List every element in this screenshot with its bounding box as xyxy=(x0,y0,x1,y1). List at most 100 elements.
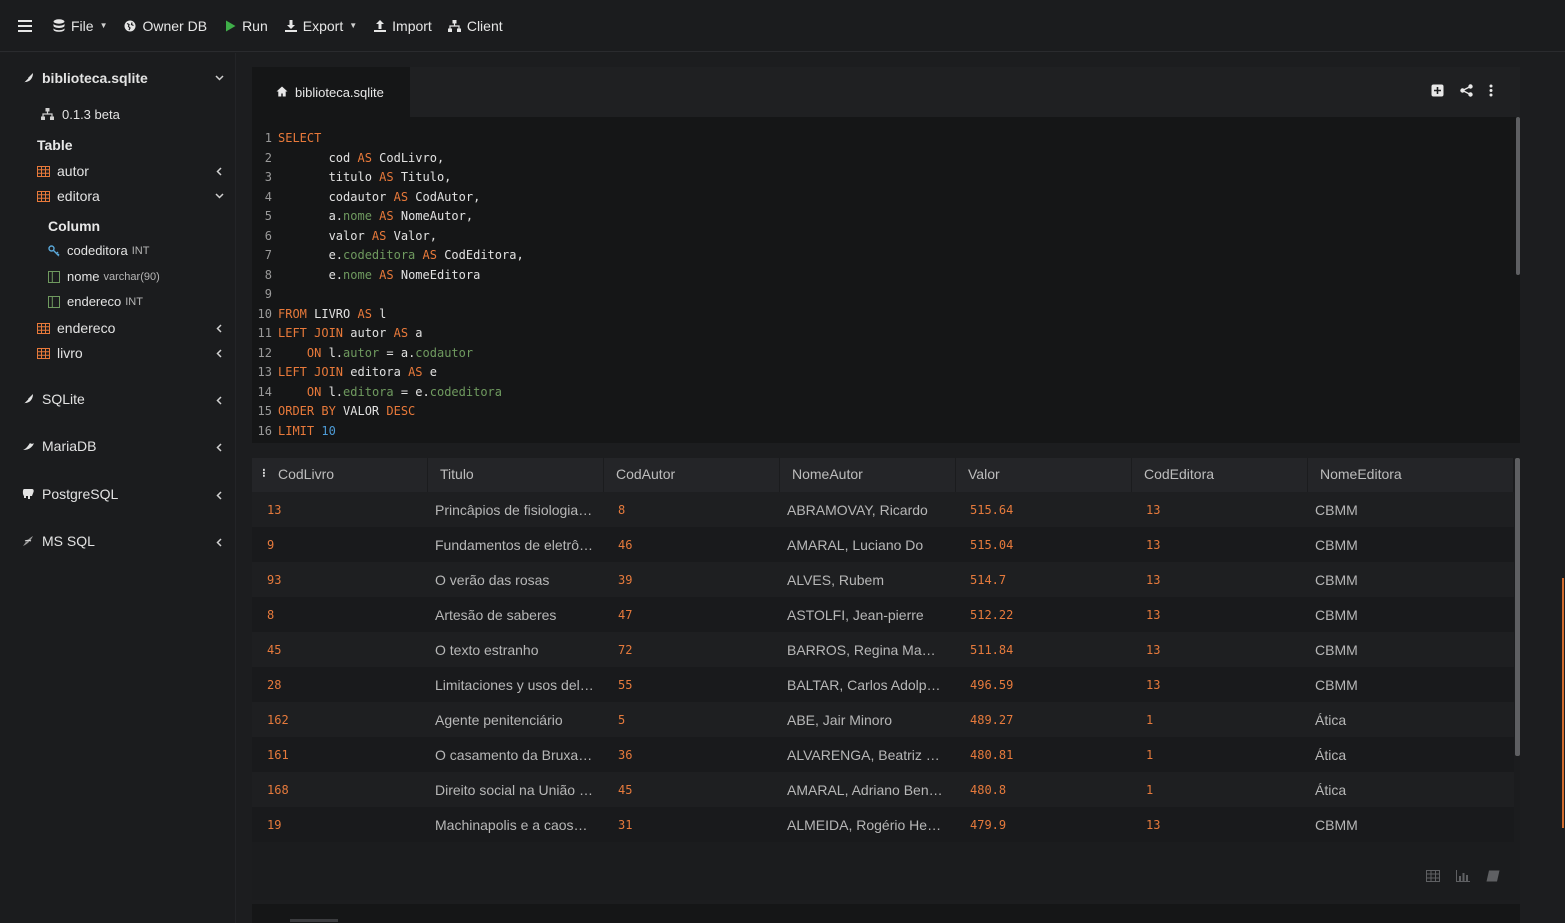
cell-valor: 515.64 xyxy=(970,502,1014,517)
column-header-titulo[interactable]: Titulo xyxy=(428,458,604,492)
table-row[interactable]: 28 Limitaciones y usos del d... 55 BALTAR, … xyxy=(252,667,1514,702)
client-label: Client xyxy=(466,17,503,34)
table-row[interactable]: 13 Princâpios de fisiologia a... 8 ABRAMOVA… xyxy=(252,492,1514,527)
sql-keyword: LIMIT xyxy=(278,423,315,438)
top-toolbar: File ▼ Owner DB Run Export ▼ Import Clie… xyxy=(0,0,1565,52)
line-number: 14 xyxy=(257,384,272,399)
client-button[interactable]: Client xyxy=(448,18,503,34)
cell-titulo: Machinapolis e a caosmo... xyxy=(435,816,595,833)
editor-scrollbar[interactable] xyxy=(1516,117,1520,275)
grid-body: 13 Princâpios de fisiologia a... 8 ABRAMOVA… xyxy=(252,492,1514,842)
table-view-icon[interactable] xyxy=(1426,870,1440,882)
sidebar-column-endereco[interactable]: endereco INT xyxy=(48,294,143,309)
book-view-icon[interactable] xyxy=(1486,870,1500,882)
table-row[interactable]: 93 O verão das rosas 39 ALVES, Rubem 514.7 13… xyxy=(252,562,1514,597)
sidebar-table-autor[interactable]: autor xyxy=(37,163,89,179)
chart-view-icon[interactable] xyxy=(1456,870,1470,882)
column-header-codautor[interactable]: CodAutor xyxy=(604,458,780,492)
import-button[interactable]: Import xyxy=(373,18,432,34)
grid-scrollbar[interactable] xyxy=(1515,458,1520,756)
cell-valor: 479.9 xyxy=(970,817,1007,832)
sidebar-db-biblioteca[interactable]: biblioteca.sqlite xyxy=(22,70,148,86)
sidebar-table-editora[interactable]: editora xyxy=(37,188,100,204)
sidebar-table-endereco[interactable]: endereco xyxy=(37,320,115,336)
cell-valor: 480.8 xyxy=(970,782,1007,797)
cell-codeditora: 1 xyxy=(1146,747,1154,762)
sql-keyword: AS xyxy=(357,306,372,321)
table-row[interactable]: 45 O texto estranho 72 BARROS, Regina Mambe… xyxy=(252,632,1514,667)
new-tab-icon[interactable] xyxy=(1431,84,1444,97)
upload-icon xyxy=(373,19,387,33)
cell-nomeeditora: Ática xyxy=(1315,781,1347,798)
chevron-left-icon[interactable] xyxy=(214,537,224,547)
column-header-valor[interactable]: Valor xyxy=(956,458,1132,492)
sidebar-db-mssql[interactable]: MS SQL xyxy=(22,533,95,549)
cell-codlivro: 13 xyxy=(267,502,282,517)
table-row[interactable]: 168 Direito social na União E... 45 AMARAL,… xyxy=(252,772,1514,807)
table-row[interactable]: 162 Agente penitenciário 5 ABE, Jair Minoro… xyxy=(252,702,1514,737)
chevron-left-icon[interactable] xyxy=(214,490,224,500)
sidebar-db-mariadb[interactable]: MariaDB xyxy=(22,438,96,454)
owner-db-button[interactable]: Owner DB xyxy=(123,18,207,34)
cell-valor: 511.84 xyxy=(970,642,1014,657)
sidebar-db-sqlite[interactable]: SQLite xyxy=(22,391,85,407)
cell-titulo: Princâpios de fisiologia a... xyxy=(435,501,595,518)
sitemap-icon xyxy=(41,108,55,121)
share-icon[interactable] xyxy=(1460,84,1473,97)
column-header-codlivro[interactable]: CodLivro xyxy=(262,458,428,492)
chevron-left-icon[interactable] xyxy=(214,442,224,452)
sql-text: e xyxy=(422,365,437,379)
column-header-nomeautor[interactable]: NomeAutor xyxy=(780,458,956,492)
table-label: livro xyxy=(57,345,83,361)
chevron-left-icon[interactable] xyxy=(214,166,224,176)
sql-keyword: AS xyxy=(393,189,409,204)
line-number: 16 xyxy=(257,423,272,438)
table-row[interactable]: 8 Artesão de saberes 47 ASTOLFI, Jean-pierr… xyxy=(252,597,1514,632)
column-header-nomeeditora[interactable]: NomeEditora xyxy=(1308,458,1514,492)
table-row[interactable]: 19 Machinapolis e a caosmo... 31 ALMEIDA, R… xyxy=(252,807,1514,842)
elephant-icon xyxy=(22,488,35,501)
chevron-left-icon[interactable] xyxy=(214,348,224,358)
grid-view-switcher xyxy=(1426,870,1500,882)
more-vertical-icon[interactable] xyxy=(1489,84,1502,97)
editor-tab[interactable]: biblioteca.sqlite xyxy=(252,67,410,117)
cell-codlivro: 162 xyxy=(267,712,289,727)
cell-titulo: Direito social na União E... xyxy=(435,781,595,798)
sql-text: LIVRO xyxy=(306,306,358,321)
table-row[interactable]: 9 Fundamentos de eletrônica 46 AMARAL, Luci… xyxy=(252,527,1514,562)
window-edge-accent xyxy=(1562,578,1564,828)
line-number: 9 xyxy=(264,287,272,301)
table-row[interactable]: 161 O casamento da Bruxa O... 36 ALVARENGA,… xyxy=(252,737,1514,772)
cell-nomeeditora: CBMM xyxy=(1315,676,1358,693)
table-icon xyxy=(37,190,50,202)
chevron-left-icon[interactable] xyxy=(214,323,224,333)
export-menu[interactable]: Export ▼ xyxy=(284,18,357,34)
sql-keyword: DESC xyxy=(386,404,416,418)
sidebar-column-codeditora[interactable]: codeditora INT xyxy=(48,243,149,258)
chevron-down-icon[interactable] xyxy=(214,73,224,83)
code-line: 16 LIMIT 10 xyxy=(252,422,1514,442)
sidebar-column-nome[interactable]: nome varchar(90) xyxy=(48,269,160,284)
sql-code-area[interactable]: 1 SELECT 2 cod AS CodLivro, 3 titulo AS Tit… xyxy=(252,129,1514,441)
sql-editor-panel: biblioteca.sqlite 1 SELECT 2 cod AS CodLiv… xyxy=(252,67,1520,443)
cell-nomeeditora: CBMM xyxy=(1315,501,1358,518)
owner-db-label: Owner DB xyxy=(142,17,208,34)
column-header-codeditora[interactable]: CodEditora xyxy=(1132,458,1308,492)
table-heading: Table xyxy=(37,137,73,153)
chevron-down-icon[interactable] xyxy=(214,191,224,201)
file-menu[interactable]: File ▼ xyxy=(52,18,107,34)
chevron-left-icon[interactable] xyxy=(214,395,224,405)
column-name: endereco xyxy=(67,294,122,309)
sidebar-table-livro[interactable]: livro xyxy=(37,345,83,361)
run-button[interactable]: Run xyxy=(223,18,268,34)
sidebar-db-postgresql[interactable]: PostgreSQL xyxy=(22,486,118,502)
code-line: 8 e. nome AS NomeEditora xyxy=(252,266,1514,286)
column-name: nome xyxy=(67,269,100,284)
line-number: 2 xyxy=(264,150,272,165)
sidebar-db-label: biblioteca.sqlite xyxy=(42,70,148,86)
sql-text: cod xyxy=(278,150,358,165)
sidebar-db-label: SQLite xyxy=(42,391,85,407)
bottom-scroll-thumb[interactable] xyxy=(290,919,338,922)
hamburger-menu-icon[interactable] xyxy=(18,19,32,32)
caret-down-icon: ▼ xyxy=(349,21,358,30)
